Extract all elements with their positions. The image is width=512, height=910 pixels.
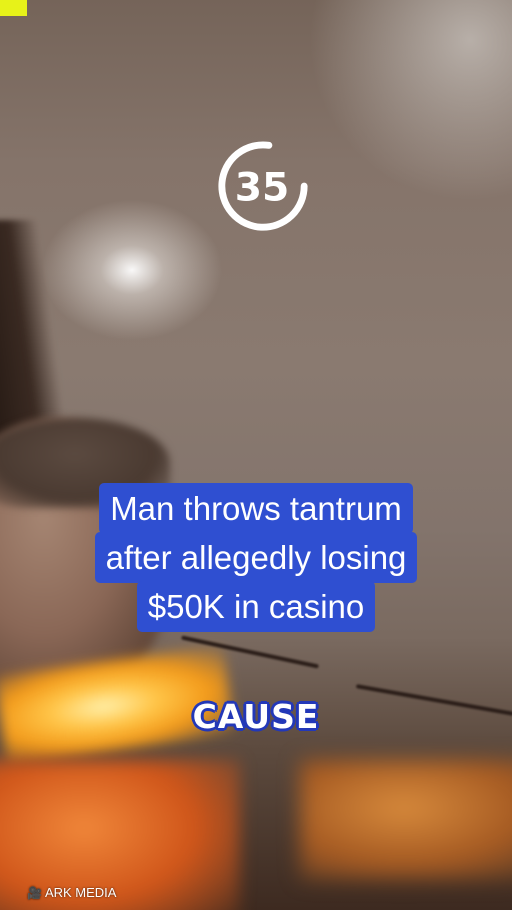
watermark-text: ARK MEDIA <box>44 885 117 900</box>
headline-line-1: Man throws tantrum <box>99 483 413 534</box>
circular-35-logo-icon: 35 <box>218 141 308 231</box>
corner-badge <box>0 0 27 16</box>
video-frame: 35 Man throws tantrum after allegedly lo… <box>0 0 512 910</box>
channel-logo: 35 <box>214 137 312 235</box>
headline-line-2: after allegedly losing <box>94 532 418 583</box>
watermark: 🎥 ARK MEDIA <box>27 885 116 900</box>
channel-logo-text: 35 <box>235 166 290 211</box>
headline-line-3: $50K in casino <box>136 581 376 632</box>
subtitle-caption: CAUSE <box>192 697 320 736</box>
orange-right-blur <box>300 760 512 880</box>
camera-icon: 🎥 <box>27 885 42 900</box>
headline: Man throws tantrum after allegedly losin… <box>0 483 512 632</box>
